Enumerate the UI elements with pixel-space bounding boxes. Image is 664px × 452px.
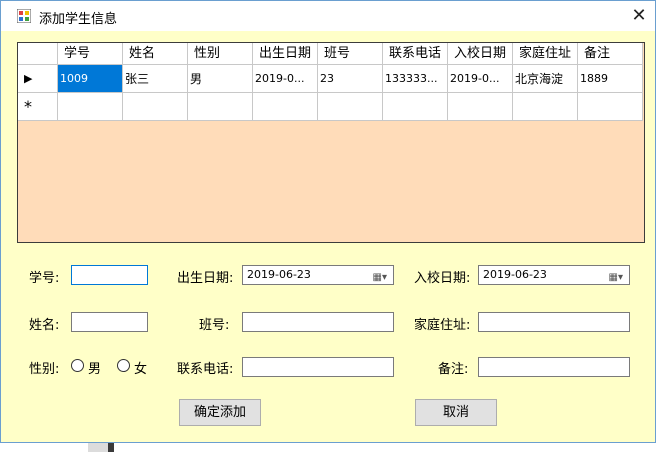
name-label: 姓名: — [29, 318, 60, 333]
phone-input[interactable] — [242, 357, 394, 377]
student-id-input[interactable] — [71, 265, 148, 285]
column-header-class[interactable]: 班号 — [318, 43, 383, 65]
grid-cell-enroll-date[interactable]: 2019-0... — [448, 65, 513, 93]
new-row-cell[interactable] — [318, 93, 383, 121]
birth-date-value: 2019-06-23 — [247, 268, 311, 281]
column-header-enroll-date[interactable]: 入校日期 — [448, 43, 513, 65]
title-bar: 添加学生信息 ✕ — [1, 1, 655, 31]
birth-date-picker[interactable]: 2019-06-23 ▦▾ — [242, 265, 394, 285]
column-header-student-id[interactable]: 学号 — [58, 43, 123, 65]
phone-label: 联系电话: — [177, 362, 234, 377]
close-icon: ✕ — [631, 5, 647, 26]
window-title: 添加学生信息 — [39, 12, 118, 27]
grid-cell-phone[interactable]: 133333... — [383, 65, 448, 93]
close-button[interactable]: ✕ — [625, 1, 653, 31]
column-header-name[interactable]: 姓名 — [123, 43, 188, 65]
background-fragment — [88, 443, 108, 452]
calendar-icon[interactable]: ▦▾ — [373, 269, 387, 287]
grid-table: 学号 姓名 性别 出生日期 班号 联系电话 入校日期 家庭住址 备注 ▶ 100… — [18, 43, 643, 121]
student-id-label: 学号: — [29, 271, 60, 286]
calendar-icon[interactable]: ▦▾ — [609, 269, 623, 287]
column-header-phone[interactable]: 联系电话 — [383, 43, 448, 65]
gender-female-label[interactable]: 女 — [134, 358, 147, 377]
class-label: 班号: — [199, 318, 230, 333]
birth-date-label: 出生日期: — [177, 271, 234, 286]
address-label: 家庭住址: — [414, 318, 471, 333]
new-row-cell[interactable] — [448, 93, 513, 121]
remark-input[interactable] — [478, 357, 630, 377]
enroll-date-label: 入校日期: — [414, 271, 471, 286]
column-header-gender[interactable]: 性别 — [188, 43, 253, 65]
confirm-add-button[interactable]: 确定添加 — [179, 399, 261, 426]
new-row-cell[interactable] — [58, 93, 123, 121]
enroll-date-value: 2019-06-23 — [483, 268, 547, 281]
new-row-cell[interactable] — [578, 93, 643, 121]
cancel-button[interactable]: 取消 — [415, 399, 497, 426]
address-input[interactable] — [478, 312, 630, 332]
grid-cell-remark[interactable]: 1889 — [578, 65, 643, 93]
new-row-cell[interactable] — [383, 93, 448, 121]
new-row-cell[interactable] — [513, 93, 578, 121]
gender-male-label[interactable]: 男 — [88, 358, 101, 377]
student-data-grid[interactable]: 学号 姓名 性别 出生日期 班号 联系电话 入校日期 家庭住址 备注 ▶ 100… — [17, 42, 645, 243]
grid-cell-address[interactable]: 北京海淀 — [513, 65, 578, 93]
column-header-remark[interactable]: 备注 — [578, 43, 643, 65]
new-row-cell[interactable] — [188, 93, 253, 121]
remark-label: 备注: — [438, 362, 469, 377]
column-header-address[interactable]: 家庭住址 — [513, 43, 578, 65]
class-input[interactable] — [242, 312, 394, 332]
app-icon — [17, 9, 31, 23]
background-fragment — [108, 443, 114, 452]
gender-label: 性别: — [29, 362, 60, 377]
column-header-birth-date[interactable]: 出生日期 — [253, 43, 318, 65]
grid-corner-header — [18, 43, 58, 65]
row-header-current[interactable]: ▶ — [18, 65, 58, 93]
new-row-cell[interactable] — [123, 93, 188, 121]
grid-cell-name[interactable]: 张三 — [123, 65, 188, 93]
grid-cell-birth-date[interactable]: 2019-0... — [253, 65, 318, 93]
gender-female-radio[interactable] — [117, 359, 130, 372]
enroll-date-picker[interactable]: 2019-06-23 ▦▾ — [478, 265, 630, 285]
row-header-new[interactable]: * — [18, 93, 58, 121]
grid-cell-class[interactable]: 23 — [318, 65, 383, 93]
name-input[interactable] — [71, 312, 148, 332]
dialog-window: 添加学生信息 ✕ 学号 姓名 性别 出生日期 班号 联系电话 入校日期 家庭住址… — [0, 0, 656, 443]
grid-cell-student-id[interactable]: 1009 — [58, 65, 123, 93]
grid-cell-gender[interactable]: 男 — [188, 65, 253, 93]
gender-male-radio[interactable] — [71, 359, 84, 372]
new-row-cell[interactable] — [253, 93, 318, 121]
